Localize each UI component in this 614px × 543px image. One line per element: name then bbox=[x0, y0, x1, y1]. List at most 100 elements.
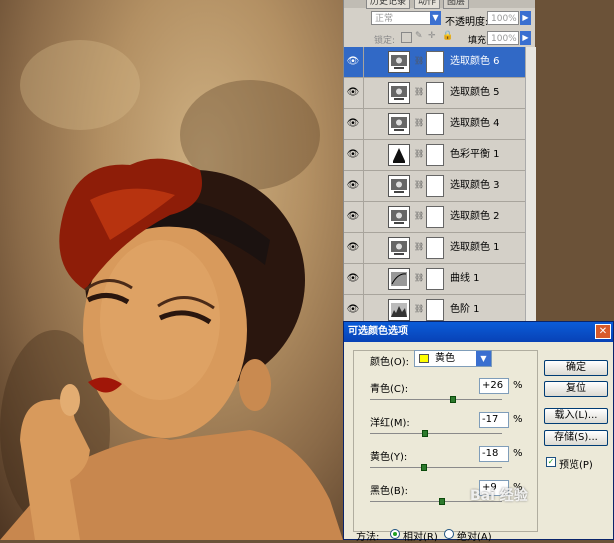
reset-button[interactable]: 复位 bbox=[544, 381, 608, 397]
divider bbox=[363, 78, 364, 108]
baidu-watermark: Bai 经验 bbox=[470, 485, 528, 505]
layer-name: 色彩平衡 1 bbox=[450, 149, 500, 160]
absolute-radio[interactable] bbox=[444, 529, 454, 539]
color-swatch bbox=[419, 354, 429, 363]
eye-icon[interactable]: 👁 bbox=[346, 303, 360, 317]
layer-mask-thumbnail[interactable] bbox=[426, 144, 444, 166]
selective-color-icon bbox=[388, 237, 410, 259]
slider-thumb[interactable] bbox=[422, 430, 428, 437]
close-icon[interactable]: ✕ bbox=[595, 324, 611, 339]
layer-mask-thumbnail[interactable] bbox=[426, 299, 444, 321]
ok-button[interactable]: 确定 bbox=[544, 360, 608, 376]
layer-name: 选取颜色 2 bbox=[450, 211, 500, 222]
link-icon[interactable]: ⛓ bbox=[414, 304, 424, 313]
field-label: 青色(C): bbox=[370, 384, 409, 395]
link-icon[interactable]: ⛓ bbox=[414, 149, 424, 158]
photo-canvas[interactable] bbox=[0, 0, 343, 540]
slider-track[interactable] bbox=[370, 433, 502, 434]
load-button[interactable]: 载入(L)... bbox=[544, 408, 608, 424]
layers-panel: 历史记录 动作 图层 正常 ▼ 不透明度: 100% ▶ 锁定: ✎ ✛ 🔒 填… bbox=[343, 0, 536, 326]
divider bbox=[363, 171, 364, 201]
link-icon[interactable]: ⛓ bbox=[414, 242, 424, 251]
selective-color-icon bbox=[388, 206, 410, 228]
levels-icon bbox=[388, 299, 410, 321]
field-value-input[interactable]: -18 bbox=[479, 446, 509, 462]
layers-scrollbar[interactable] bbox=[525, 47, 536, 322]
link-icon[interactable]: ⛓ bbox=[414, 56, 424, 65]
dialog-title-bar[interactable]: 可选颜色选项 ✕ bbox=[344, 322, 613, 342]
layer-mask-thumbnail[interactable] bbox=[426, 82, 444, 104]
layer-row[interactable]: 👁 ⛓ 选取颜色 1 bbox=[344, 233, 525, 264]
eye-icon[interactable]: 👁 bbox=[346, 117, 360, 131]
eye-icon[interactable]: 👁 bbox=[346, 210, 360, 224]
chevron-right-icon[interactable]: ▶ bbox=[520, 31, 531, 45]
field-value-input[interactable]: +26 bbox=[479, 378, 509, 394]
eye-icon[interactable]: 👁 bbox=[346, 55, 360, 69]
selective-color-dialog: 可选颜色选项 ✕ 颜色(O): 黄色 ▼ 青色(C): +26% 洋红(M): -17… bbox=[343, 321, 614, 543]
watermark-text: Bai 经验 bbox=[470, 488, 528, 504]
layer-row[interactable]: 👁 ⛓ 色彩平衡 1 bbox=[344, 140, 525, 171]
field-label: 洋红(M): bbox=[370, 418, 410, 429]
portrait-illustration bbox=[0, 158, 343, 540]
chevron-down-icon[interactable]: ▼ bbox=[476, 351, 491, 366]
slider-track[interactable] bbox=[370, 467, 502, 468]
link-icon[interactable]: ⛓ bbox=[414, 211, 424, 220]
selective-color-icon bbox=[388, 51, 410, 73]
slider-thumb[interactable] bbox=[439, 498, 445, 505]
preview-label: 预览(P) bbox=[559, 460, 593, 471]
method-label: 方法: bbox=[356, 532, 380, 543]
layer-row[interactable]: 👁 ⛓ 曲线 1 bbox=[344, 264, 525, 295]
field-value-input[interactable]: -17 bbox=[479, 412, 509, 428]
move-icon[interactable]: ✛ bbox=[428, 31, 436, 41]
preview-checkbox[interactable]: ✓ bbox=[546, 457, 556, 467]
layer-row[interactable]: 👁 ⛓ 选取颜色 6 bbox=[344, 47, 525, 78]
field-label: 黑色(B): bbox=[370, 486, 409, 497]
chevron-right-icon[interactable]: ▶ bbox=[520, 11, 531, 25]
slider-track[interactable] bbox=[370, 399, 502, 400]
lock-transparent-icon[interactable] bbox=[401, 32, 412, 43]
eye-icon[interactable]: 👁 bbox=[346, 86, 360, 100]
layer-mask-thumbnail[interactable] bbox=[426, 51, 444, 73]
eye-icon[interactable]: 👁 bbox=[346, 241, 360, 255]
colors-select[interactable]: 黄色 ▼ bbox=[414, 350, 492, 367]
layer-row[interactable]: 👁 ⛓ 选取颜色 4 bbox=[344, 109, 525, 140]
lock-icon[interactable]: 🔒 bbox=[442, 31, 453, 41]
link-icon[interactable]: ⛓ bbox=[414, 273, 424, 282]
percent-sign: % bbox=[513, 380, 523, 391]
fill-input[interactable]: 100% bbox=[487, 31, 519, 45]
eye-icon[interactable]: 👁 bbox=[346, 179, 360, 193]
divider bbox=[363, 109, 364, 139]
colors-label: 颜色(O): bbox=[370, 357, 410, 368]
slider-thumb[interactable] bbox=[421, 464, 427, 471]
save-button[interactable]: 存储(S)... bbox=[544, 430, 608, 446]
link-icon[interactable]: ⛓ bbox=[414, 118, 424, 127]
percent-sign: % bbox=[513, 448, 523, 459]
lock-label: 锁定: bbox=[374, 36, 396, 46]
percent-sign: % bbox=[513, 414, 523, 425]
field-label: 黄色(Y): bbox=[370, 452, 408, 463]
eye-icon[interactable]: 👁 bbox=[346, 148, 360, 162]
colors-value: 黄色 bbox=[435, 353, 455, 364]
layer-mask-thumbnail[interactable] bbox=[426, 175, 444, 197]
layer-row[interactable]: 👁 ⛓ 选取颜色 5 bbox=[344, 78, 525, 109]
layer-mask-thumbnail[interactable] bbox=[426, 206, 444, 228]
layer-mask-thumbnail[interactable] bbox=[426, 237, 444, 259]
layer-row[interactable]: 👁 ⛓ 选取颜色 3 bbox=[344, 171, 525, 202]
brush-icon[interactable]: ✎ bbox=[415, 31, 423, 41]
layer-row[interactable]: 👁 ⛓ 选取颜色 2 bbox=[344, 202, 525, 233]
link-icon[interactable]: ⛓ bbox=[414, 180, 424, 189]
relative-radio[interactable] bbox=[390, 529, 400, 539]
absolute-label: 绝对(A) bbox=[457, 532, 492, 543]
blend-mode-value: 正常 bbox=[375, 14, 394, 24]
blend-options-row: 正常 ▼ 不透明度: 100% ▶ bbox=[344, 8, 535, 28]
divider bbox=[363, 233, 364, 263]
chevron-down-icon[interactable]: ▼ bbox=[430, 11, 441, 25]
opacity-input[interactable]: 100% bbox=[487, 11, 519, 25]
layer-mask-thumbnail[interactable] bbox=[426, 113, 444, 135]
layer-name: 选取颜色 5 bbox=[450, 87, 500, 98]
layer-mask-thumbnail[interactable] bbox=[426, 268, 444, 290]
eye-icon[interactable]: 👁 bbox=[346, 272, 360, 286]
link-icon[interactable]: ⛓ bbox=[414, 87, 424, 96]
layer-name: 选取颜色 4 bbox=[450, 118, 500, 129]
slider-thumb[interactable] bbox=[450, 396, 456, 403]
